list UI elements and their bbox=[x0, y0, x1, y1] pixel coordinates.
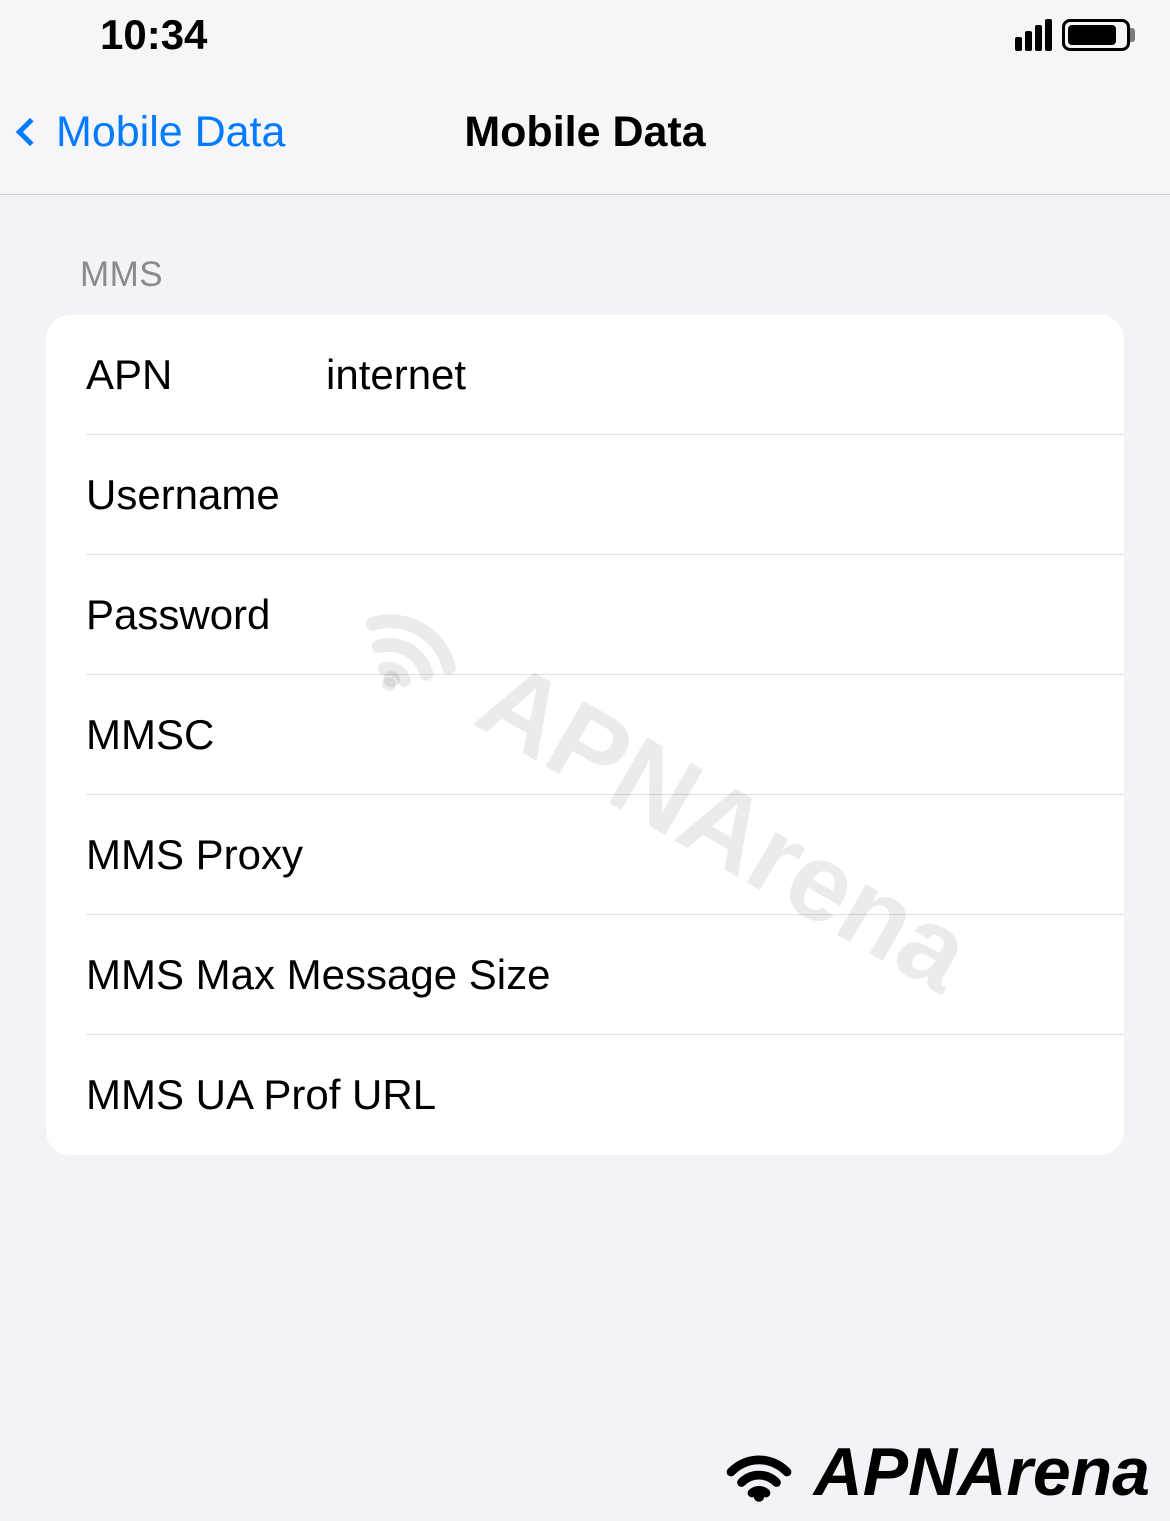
mms-max-size-label: MMS Max Message Size bbox=[86, 951, 550, 999]
battery-icon bbox=[1062, 19, 1130, 51]
row-username[interactable]: Username bbox=[46, 435, 1124, 555]
username-label: Username bbox=[86, 471, 326, 519]
apn-label: APN bbox=[86, 351, 326, 399]
row-mms-ua-prof[interactable]: MMS UA Prof URL bbox=[46, 1035, 1124, 1155]
brand-logo: APNArena bbox=[714, 1433, 1150, 1511]
content: MMS APN Username Password MMSC MMS Proxy bbox=[0, 195, 1170, 1155]
section-header-mms: MMS bbox=[80, 255, 1124, 295]
navigation-bar: Mobile Data Mobile Data bbox=[0, 70, 1170, 195]
mms-proxy-label: MMS Proxy bbox=[86, 831, 303, 879]
back-button[interactable]: Mobile Data bbox=[20, 108, 285, 157]
row-mms-proxy[interactable]: MMS Proxy bbox=[46, 795, 1124, 915]
status-bar: 10:34 bbox=[0, 0, 1170, 70]
status-time: 10:34 bbox=[100, 11, 207, 59]
back-label: Mobile Data bbox=[56, 108, 285, 157]
apn-input[interactable] bbox=[326, 351, 1084, 399]
password-label: Password bbox=[86, 591, 326, 639]
mms-proxy-input[interactable] bbox=[303, 831, 1084, 879]
wifi-icon bbox=[714, 1437, 804, 1507]
settings-group: APN Username Password MMSC MMS Proxy MMS… bbox=[46, 315, 1124, 1155]
brand-text: APNArena bbox=[814, 1433, 1150, 1511]
row-mms-max-size[interactable]: MMS Max Message Size bbox=[46, 915, 1124, 1035]
password-input[interactable] bbox=[326, 591, 1084, 639]
row-mmsc[interactable]: MMSC bbox=[46, 675, 1124, 795]
mmsc-label: MMSC bbox=[86, 711, 326, 759]
chevron-left-icon bbox=[16, 118, 44, 146]
mms-ua-prof-input[interactable] bbox=[436, 1071, 1084, 1119]
mmsc-input[interactable] bbox=[326, 711, 1084, 759]
mms-max-size-input[interactable] bbox=[550, 951, 1091, 999]
row-apn[interactable]: APN bbox=[46, 315, 1124, 435]
username-input[interactable] bbox=[326, 471, 1084, 519]
mms-ua-prof-label: MMS UA Prof URL bbox=[86, 1071, 436, 1119]
page-title: Mobile Data bbox=[464, 108, 705, 157]
cellular-signal-icon bbox=[1015, 19, 1052, 51]
row-password[interactable]: Password bbox=[46, 555, 1124, 675]
status-icons bbox=[1015, 19, 1130, 51]
